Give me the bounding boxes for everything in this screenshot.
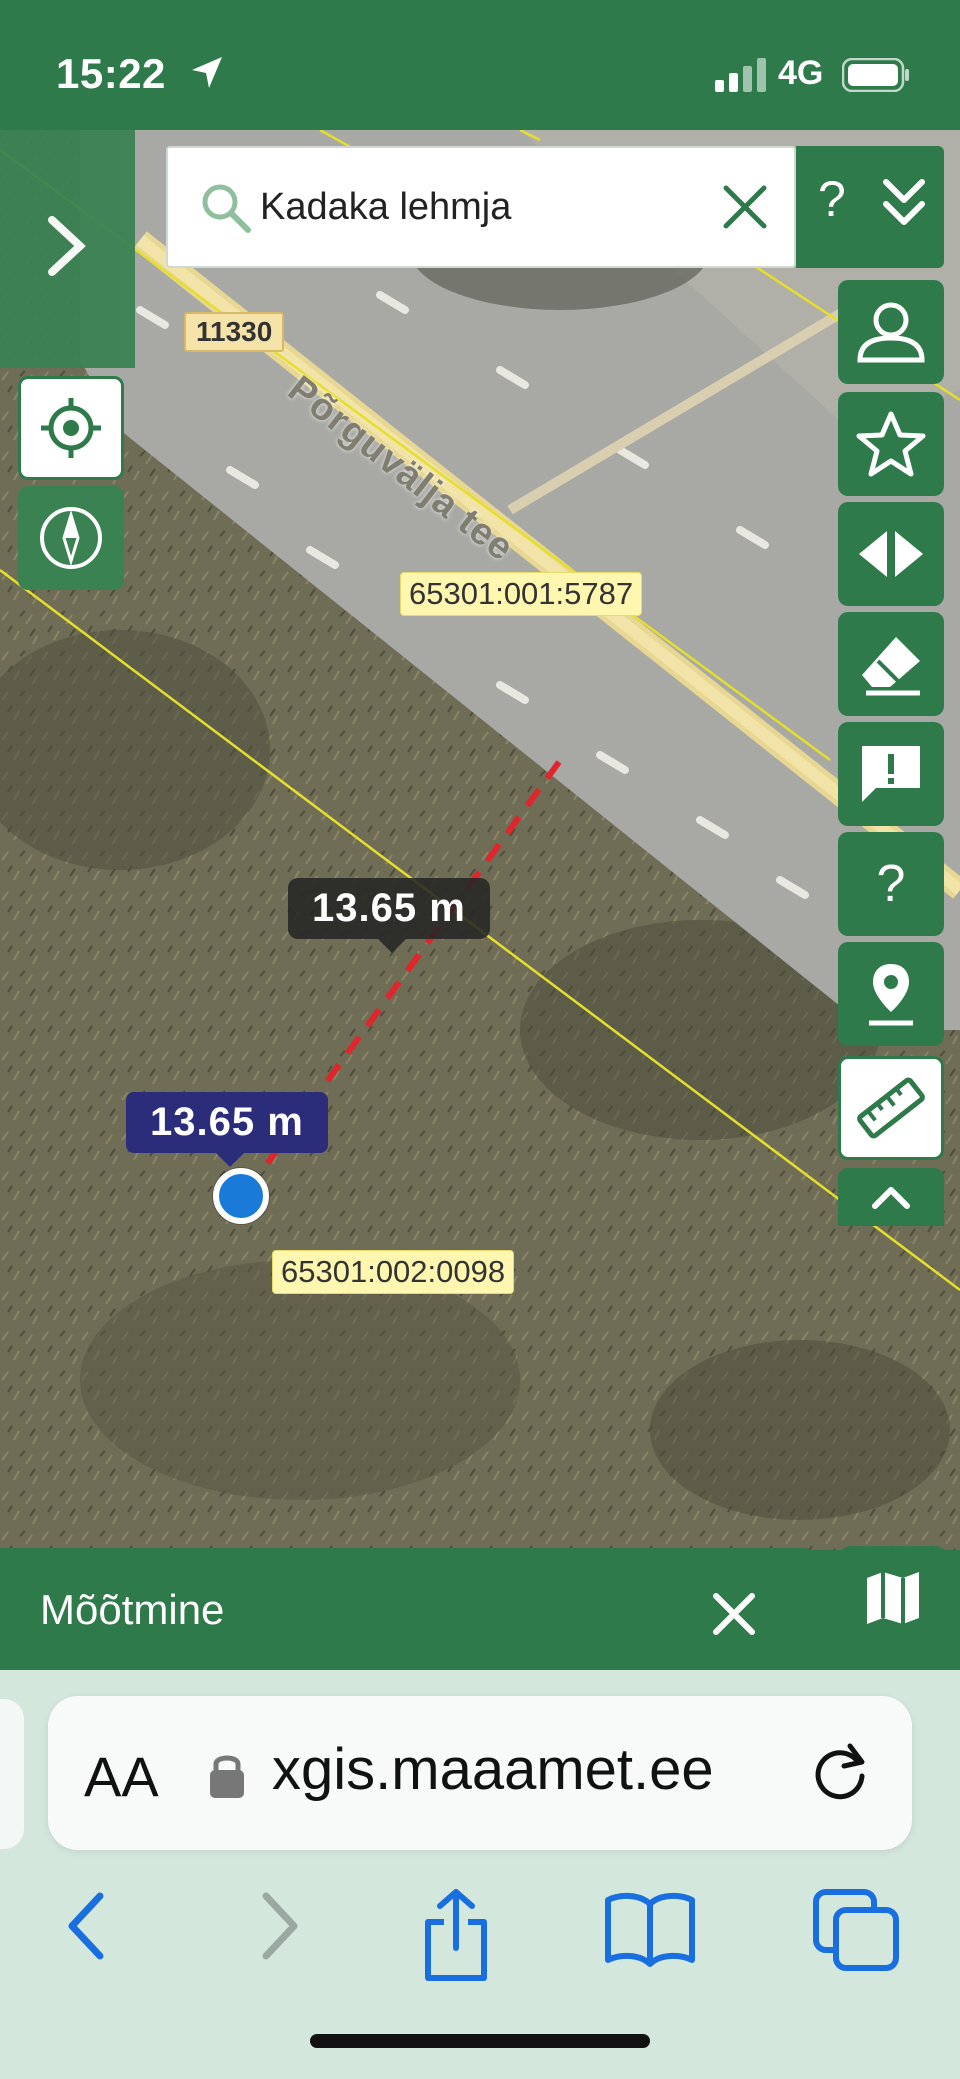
measure-distance-tooltip: 13.65 m <box>288 878 490 953</box>
text-size-button[interactable]: AA <box>84 1744 159 1809</box>
browser-toolbar <box>0 1870 960 1990</box>
reload-icon[interactable] <box>808 1740 872 1804</box>
location-arrow-icon <box>192 57 222 88</box>
browser-chrome: AA xgis.maaamet.ee <box>0 1670 960 2079</box>
feedback-button[interactable] <box>838 722 944 826</box>
measurement-panel: Mõõtmine <box>0 1548 813 1670</box>
search-field[interactable]: Kadaka lehmja <box>166 146 796 268</box>
compass-icon <box>40 507 102 569</box>
map-icon <box>867 1572 919 1624</box>
battery-icon <box>842 58 909 92</box>
home-indicator <box>310 2034 650 2048</box>
help-icon: ? <box>876 855 906 913</box>
chevron-right-icon <box>48 216 86 276</box>
favorites-button[interactable] <box>838 392 944 496</box>
feedback-icon <box>862 746 920 802</box>
locate-me-button[interactable] <box>18 376 124 480</box>
network-type: 4G <box>778 54 824 92</box>
search-input[interactable]: Kadaka lehmja <box>260 186 511 229</box>
panel-title: Mõõtmine <box>40 1586 225 1633</box>
previous-tab-edge[interactable] <box>0 1699 24 1849</box>
search-tools: ? <box>796 146 944 268</box>
search-help-button[interactable]: ? <box>818 170 846 228</box>
compare-arrows-icon <box>859 531 923 577</box>
collapse-toolbar-button[interactable] <box>838 1168 944 1226</box>
place-marker-icon <box>869 964 913 1026</box>
back-icon[interactable] <box>60 1888 114 1964</box>
url-text[interactable]: xgis.maaamet.ee <box>272 1736 714 1803</box>
account-icon <box>857 302 925 363</box>
compass-button[interactable] <box>18 486 124 590</box>
parcel-label: 65301:001:5787 <box>400 572 643 616</box>
aerial-map-imagery <box>0 130 960 1550</box>
crosshair-target-icon <box>41 398 101 458</box>
forward-icon[interactable] <box>252 1888 306 1964</box>
account-button[interactable] <box>838 280 944 384</box>
share-icon[interactable] <box>418 1888 494 1984</box>
map-view[interactable]: Põrguvälja tee 11330 65301:001:5787 6530… <box>0 130 960 1550</box>
basemap-button[interactable] <box>840 1546 946 1650</box>
address-bar[interactable]: AA xgis.maaamet.ee <box>48 1696 912 1850</box>
search-icon <box>202 184 251 233</box>
place-marker-button[interactable] <box>838 942 944 1046</box>
double-chevron-down-icon[interactable] <box>880 176 928 232</box>
cellular-signal-icon <box>715 58 766 92</box>
parcel-label: 65301:002:0098 <box>272 1250 515 1294</box>
status-bar: 15:22 4G <box>0 0 960 130</box>
open-side-panel-button[interactable] <box>0 130 135 368</box>
eraser-button[interactable] <box>838 612 944 716</box>
current-location-dot <box>213 1168 269 1224</box>
eraser-icon <box>862 637 920 696</box>
clear-search-icon[interactable] <box>720 182 770 232</box>
road-number-label: 11330 <box>184 312 285 352</box>
help-button[interactable]: ? <box>838 832 944 936</box>
tabs-icon[interactable] <box>812 1888 902 1972</box>
close-icon[interactable] <box>712 1592 756 1636</box>
compare-button[interactable] <box>838 502 944 606</box>
measure-distance-badge: 13.65 m <box>126 1092 328 1167</box>
status-time: 15:22 <box>56 50 166 97</box>
lock-icon <box>210 1755 244 1798</box>
measure-ruler-button[interactable] <box>838 1056 944 1160</box>
ruler-icon <box>857 1077 925 1139</box>
bookmarks-icon[interactable] <box>604 1888 696 1968</box>
chevron-up-icon <box>872 1187 910 1209</box>
favorites-star-icon <box>856 411 926 477</box>
